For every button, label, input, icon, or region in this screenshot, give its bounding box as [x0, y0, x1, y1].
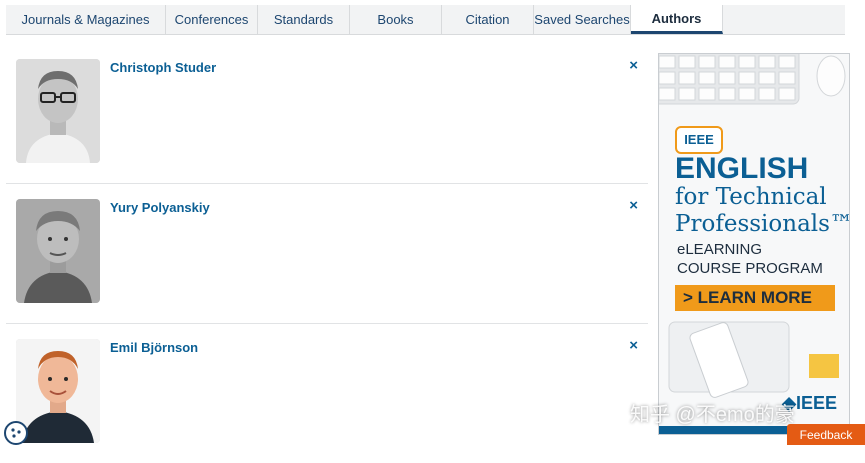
avatar	[16, 339, 100, 443]
list-item: Christoph Studer ×	[6, 44, 648, 184]
tab-conferences[interactable]: Conferences	[166, 5, 258, 34]
tab-authors[interactable]: Authors	[631, 5, 723, 34]
author-name-link[interactable]: Christoph Studer	[110, 60, 216, 75]
avatar	[16, 199, 100, 303]
ad-tagline: eLEARNING	[677, 241, 763, 258]
ad-headline: ENGLISH	[675, 152, 809, 185]
tab-journals-magazines[interactable]: Journals & Magazines	[6, 5, 166, 34]
ieee-badge: IEEE	[675, 126, 723, 154]
list-item: Yury Polyanskiy ×	[6, 184, 648, 324]
ad-tagline-2: COURSE PROGRAM	[677, 260, 823, 277]
cookie-settings-icon[interactable]	[4, 421, 28, 445]
advertisement-banner[interactable]: IEEE ENGLISH for Technical Professionals…	[658, 53, 850, 435]
author-name-link[interactable]: Yury Polyanskiy	[110, 200, 210, 215]
tab-bar: Journals & Magazines Conferences Standar…	[6, 5, 845, 35]
tab-saved-searches[interactable]: Saved Searches	[534, 5, 631, 34]
author-name-link[interactable]: Emil Björnson	[110, 340, 198, 355]
ad-subheadline: for Technical	[675, 184, 827, 210]
remove-author-icon[interactable]: ×	[629, 58, 638, 73]
avatar	[16, 59, 100, 163]
list-item: Emil Björnson ×	[6, 324, 648, 463]
remove-author-icon[interactable]: ×	[629, 198, 638, 213]
remove-author-icon[interactable]: ×	[629, 338, 638, 353]
tab-books[interactable]: Books	[350, 5, 442, 34]
tab-citation[interactable]: Citation	[442, 5, 534, 34]
learn-more-button[interactable]: > LEARN MORE	[675, 285, 835, 311]
watermark-text: 知乎 @不emo的豪	[630, 404, 795, 426]
ad-subheadline-2: Professionals™	[675, 211, 850, 237]
authors-list: Christoph Studer × Yury Polyanskiy × Emi…	[6, 44, 648, 463]
feedback-button[interactable]: Feedback	[787, 424, 865, 445]
tab-standards[interactable]: Standards	[258, 5, 350, 34]
